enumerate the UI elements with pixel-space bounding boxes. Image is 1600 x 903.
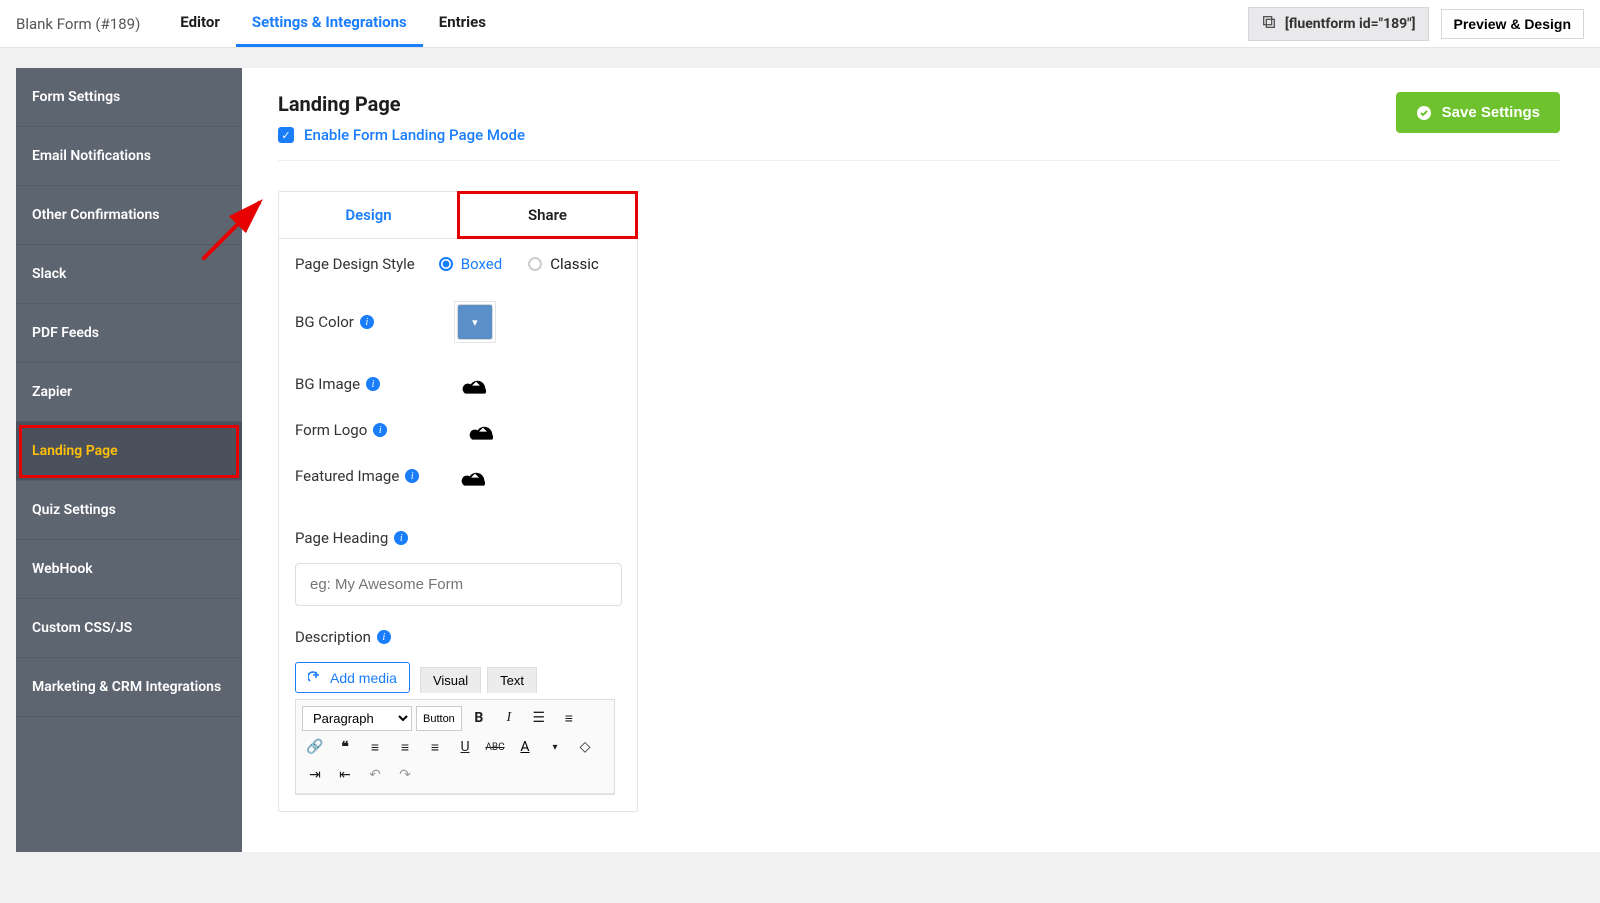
config-tab-design[interactable]: Design [279,192,458,238]
page-heading-input[interactable] [295,563,622,606]
sidebar-item-email-notifications[interactable]: Email Notifications [16,127,242,186]
rich-text-editor: Paragraph Button B I ☰ ≡ 🔗 ❝ ≡ ≡ ≡ [295,699,615,795]
page-heading-label-text: Page Heading [295,529,388,547]
topbar: Blank Form (#189) Editor Settings & Inte… [0,0,1600,48]
topbar-right: [fluentform id="189"] Preview & Design [1248,7,1584,41]
sidebar-item-other-confirmations[interactable]: Other Confirmations [16,186,242,245]
form-logo-label: Form Logo i [295,421,387,439]
page-title: Landing Page [278,92,525,116]
save-settings-button[interactable]: Save Settings [1396,92,1560,133]
shortcode-box[interactable]: [fluentform id="189"] [1248,7,1429,41]
info-icon[interactable]: i [405,469,419,483]
enable-label: Enable Form Landing Page Mode [304,126,525,144]
form-title: Blank Form (#189) [16,15,140,33]
radio-boxed[interactable]: Boxed [439,255,502,273]
indent-icon[interactable]: ⇥ [302,763,328,787]
sidebar-item-pdf-feeds[interactable]: PDF Feeds [16,304,242,363]
sidebar-item-zapier[interactable]: Zapier [16,363,242,422]
bg-color-label-text: BG Color [295,313,354,331]
description-label-text: Description [295,628,371,646]
sidebar-item-custom-css-js[interactable]: Custom CSS/JS [16,599,242,658]
italic-icon[interactable]: I [496,706,522,730]
text-color-dropdown-icon[interactable]: ▾ [542,735,568,759]
page-heading-label: Page Heading i [295,529,621,547]
top-nav: Editor Settings & Integrations Entries [164,0,502,47]
tab-settings-integrations[interactable]: Settings & Integrations [236,0,423,47]
info-icon[interactable]: i [366,377,380,391]
sidebar-item-quiz-settings[interactable]: Quiz Settings [16,481,242,540]
info-icon[interactable]: i [394,531,408,545]
shortcode-text: [fluentform id="189"] [1285,16,1416,32]
paragraph-select[interactable]: Paragraph [302,706,412,731]
upload-icon[interactable] [459,463,491,489]
radio-boxed-label: Boxed [461,255,502,273]
eraser-icon[interactable]: ◇ [572,735,598,759]
align-left-icon[interactable]: ≡ [362,735,388,759]
info-icon[interactable]: i [360,315,374,329]
info-icon[interactable]: i [373,423,387,437]
featured-image-label: Featured Image i [295,467,419,485]
sidebar: Form Settings Email Notifications Other … [16,68,242,852]
add-media-label: Add media [330,670,397,686]
config-panel: Design Share Page Design Style Boxed Cla… [278,191,638,812]
tab-editor[interactable]: Editor [164,0,236,47]
radio-classic-label: Classic [550,255,599,273]
featured-image-label-text: Featured Image [295,467,399,485]
bullet-list-icon[interactable]: ☰ [526,706,552,730]
bg-color-label: BG Color i [295,313,374,331]
media-icon [308,669,324,686]
info-icon[interactable]: i [377,630,391,644]
editor-mode-visual[interactable]: Visual [420,667,481,693]
sidebar-item-webhook[interactable]: WebHook [16,540,242,599]
text-color-icon[interactable]: A [512,735,538,759]
outdent-icon[interactable]: ⇤ [332,763,358,787]
page-design-style-label: Page Design Style [295,255,415,273]
bg-color-picker[interactable]: ▾ [454,301,496,343]
align-center-icon[interactable]: ≡ [392,735,418,759]
insert-button-button[interactable]: Button [416,706,462,731]
upload-icon[interactable] [467,417,499,443]
enable-landing-page-toggle[interactable]: ✓ Enable Form Landing Page Mode [278,126,525,144]
quote-icon[interactable]: ❝ [332,735,358,759]
save-button-label: Save Settings [1442,104,1540,121]
editor-mode-text[interactable]: Text [487,667,537,693]
checkbox-checked-icon: ✓ [278,127,294,143]
radio-classic[interactable]: Classic [528,255,599,273]
sidebar-item-landing-page[interactable]: Landing Page [16,422,242,481]
link-icon[interactable]: 🔗 [302,735,328,759]
upload-icon[interactable] [460,371,492,397]
radio-selected-icon [439,257,453,271]
preview-design-button[interactable]: Preview & Design [1441,9,1585,39]
redo-icon[interactable]: ↷ [392,763,418,787]
tab-entries[interactable]: Entries [423,0,502,47]
add-media-button[interactable]: Add media [295,662,410,693]
numbered-list-icon[interactable]: ≡ [556,706,582,730]
strikethrough-icon[interactable]: ABC [482,735,508,759]
copy-icon [1261,14,1277,34]
config-tab-share[interactable]: Share [458,192,637,238]
align-right-icon[interactable]: ≡ [422,735,448,759]
bg-image-label: BG Image i [295,375,380,393]
description-label: Description i [295,628,621,646]
underline-icon[interactable]: U [452,735,478,759]
radio-icon [528,257,542,271]
checkmark-circle-icon [1416,105,1432,121]
sidebar-item-slack[interactable]: Slack [16,245,242,304]
chevron-down-icon: ▾ [472,316,478,329]
bold-icon[interactable]: B [466,706,492,730]
sidebar-item-form-settings[interactable]: Form Settings [16,68,242,127]
form-logo-label-text: Form Logo [295,421,367,439]
main-content: Landing Page ✓ Enable Form Landing Page … [242,68,1600,852]
sidebar-item-marketing-crm[interactable]: Marketing & CRM Integrations [16,658,242,717]
bg-image-label-text: BG Image [295,375,360,393]
undo-icon[interactable]: ↶ [362,763,388,787]
